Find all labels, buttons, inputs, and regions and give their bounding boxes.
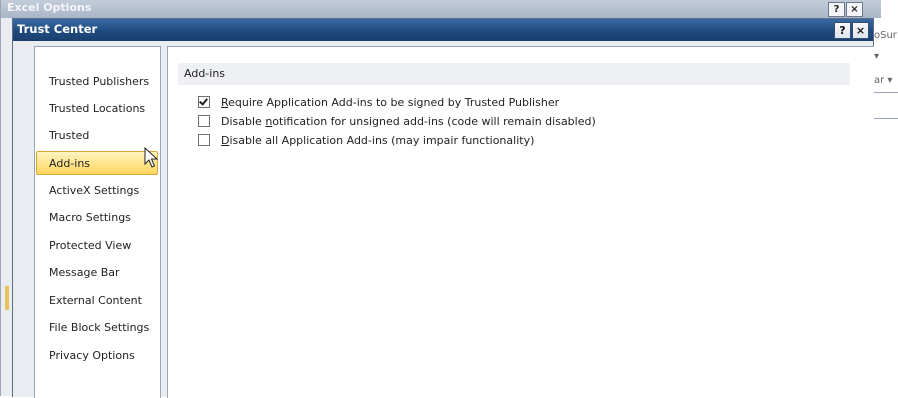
sidebar-item-privacy-options[interactable]: Privacy Options [37, 344, 155, 368]
sidebar-item-protected-view[interactable]: Protected View [37, 234, 155, 258]
background-divider-2 [872, 118, 898, 119]
trust-center-sidebar: Trusted Publishers Trusted Locations Tru… [34, 46, 161, 398]
excel-options-title: Excel Options [7, 1, 92, 14]
mouse-pointer-icon [144, 147, 158, 168]
disable-all-add-ins-option[interactable]: Disable all Application Add-ins (may imp… [198, 132, 534, 148]
background-fragment-1: oSur [874, 30, 897, 41]
sidebar-item-trusted-locations[interactable]: Trusted Locations [37, 97, 155, 121]
close-button[interactable]: × [852, 22, 869, 39]
sidebar-item-trusted-documents[interactable]: Trusted Documents [37, 124, 155, 166]
sidebar-item-external-content[interactable]: External Content [37, 289, 155, 313]
sidebar-item-activex-settings[interactable]: ActiveX Settings [37, 179, 155, 203]
disable-notification-label: Disable notification for unsigned add-in… [221, 114, 596, 128]
disable-all-add-ins-label: Disable all Application Add-ins (may imp… [221, 133, 535, 147]
add-ins-panel: Add-ins Require Application Add-ins to b… [167, 46, 874, 398]
background-fragment-3: ▾ [874, 51, 880, 62]
require-signed-add-ins-label: Require Application Add-ins to be signed… [221, 95, 560, 109]
disable-notification-checkbox[interactable] [198, 115, 210, 127]
sidebar-item-macro-settings[interactable]: Macro Settings [37, 206, 155, 230]
require-signed-add-ins-checkbox[interactable] [198, 96, 210, 108]
excel-options-help-button[interactable]: ? [828, 2, 845, 17]
background-worksheet-strip: oSur ar ▾ ▾ [872, 18, 898, 396]
trust-center-dialog: Trust Center ? × Trusted Publishers Trus… [12, 18, 874, 398]
require-signed-add-ins-option[interactable]: Require Application Add-ins to be signed… [198, 94, 559, 110]
background-fragment-2: ar ▾ [874, 75, 893, 86]
sidebar-item-message-bar[interactable]: Message Bar [37, 261, 155, 285]
disable-notification-option[interactable]: Disable notification for unsigned add-in… [198, 113, 596, 129]
excel-options-controls: ? × [828, 2, 863, 17]
background-accent [5, 286, 9, 310]
sidebar-item-add-ins[interactable]: Add-ins [36, 151, 158, 175]
help-button[interactable]: ? [834, 22, 851, 39]
excel-options-titlebar: Excel Options ? × [1, 0, 881, 18]
background-divider-1 [872, 92, 898, 93]
sidebar-item-file-block-settings[interactable]: File Block Settings [37, 316, 155, 340]
dialog-title: Trust Center [17, 22, 98, 36]
dialog-controls: ? × [834, 22, 869, 39]
trust-center-titlebar: Trust Center ? × [13, 19, 873, 41]
section-header: Add-ins [178, 63, 850, 85]
disable-all-add-ins-checkbox[interactable] [198, 134, 210, 146]
excel-options-close-button[interactable]: × [846, 2, 863, 17]
sidebar-item-trusted-publishers[interactable]: Trusted Publishers [37, 70, 155, 94]
